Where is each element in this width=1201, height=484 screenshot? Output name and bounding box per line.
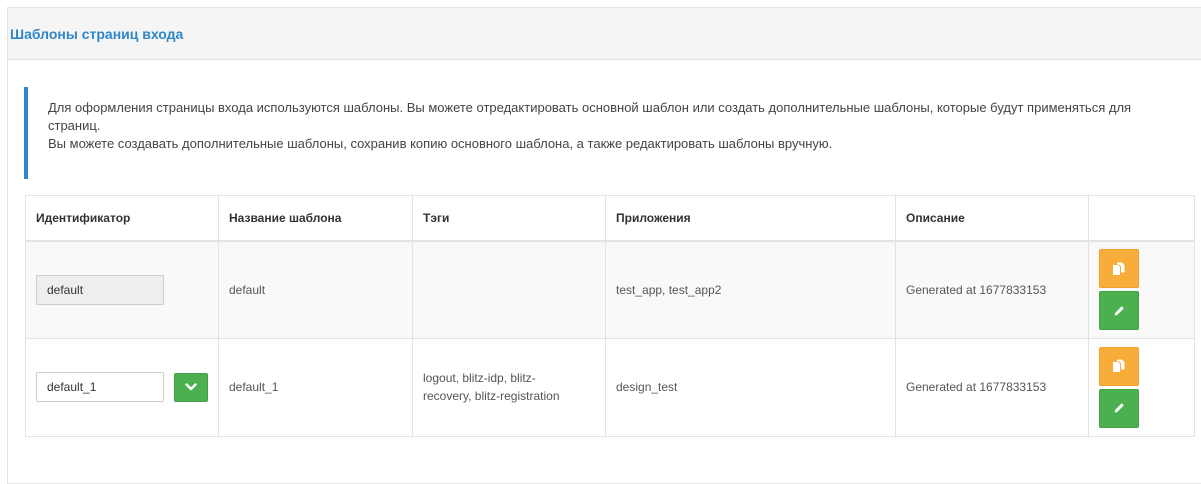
edit-template-button[interactable] — [1099, 291, 1139, 330]
copy-icon — [1113, 359, 1125, 372]
table-row: default_1 logout, blitz-idp, blitz-recov… — [25, 337, 1195, 437]
panel-heading: Шаблоны страниц входа — [8, 8, 1201, 60]
column-header-id: Идентификатор — [25, 195, 219, 242]
cell-actions — [1088, 337, 1195, 437]
callout-text-2: Вы можете создавать дополнительные шабло… — [48, 136, 833, 151]
cell-description: Generated at 1677833153 — [895, 240, 1089, 339]
cell-description: Generated at 1677833153 — [895, 337, 1089, 437]
page: Шаблоны страниц входа Для оформления стр… — [0, 0, 1201, 484]
cell-id — [25, 240, 219, 339]
table-row: default test_app, test_app2 Generated at… — [25, 240, 1195, 339]
column-header-actions — [1088, 195, 1195, 242]
template-id-field[interactable] — [36, 274, 164, 305]
info-callout: Для оформления страницы входа используют… — [24, 87, 1184, 179]
copy-icon — [1113, 262, 1125, 275]
column-header-apps: Приложения — [605, 195, 896, 242]
callout-text-1: Для оформления страницы входа используют… — [48, 100, 1132, 133]
pencil-icon — [1114, 305, 1124, 316]
column-header-description: Описание — [895, 195, 1089, 242]
chevron-down-icon — [185, 383, 197, 391]
copy-template-button[interactable] — [1099, 346, 1139, 386]
cell-name: default — [218, 240, 413, 339]
cell-tags — [412, 240, 606, 339]
table-header-row: Идентификатор Название шаблона Тэги Прил… — [25, 195, 1195, 242]
confirm-id-button[interactable] — [174, 372, 208, 402]
cell-name: default_1 — [218, 337, 413, 437]
column-header-name: Название шаблона — [218, 195, 413, 242]
template-id-input[interactable] — [36, 372, 164, 402]
column-header-tags: Тэги — [412, 195, 606, 242]
cell-apps: design_test — [605, 337, 896, 437]
copy-template-button[interactable] — [1099, 249, 1139, 288]
cell-id — [25, 337, 219, 437]
tags-text: logout, blitz-idp, blitz-recovery, blitz… — [423, 371, 560, 403]
cell-apps: test_app, test_app2 — [605, 240, 896, 339]
templates-table: Идентификатор Название шаблона Тэги Прил… — [25, 195, 1195, 437]
pencil-icon — [1114, 403, 1124, 413]
cell-tags: logout, blitz-idp, blitz-recovery, blitz… — [412, 337, 606, 437]
templates-panel: Шаблоны страниц входа Для оформления стр… — [7, 7, 1201, 484]
panel-title: Шаблоны страниц входа — [10, 25, 184, 42]
cell-actions — [1088, 240, 1195, 339]
edit-template-button[interactable] — [1099, 388, 1139, 428]
